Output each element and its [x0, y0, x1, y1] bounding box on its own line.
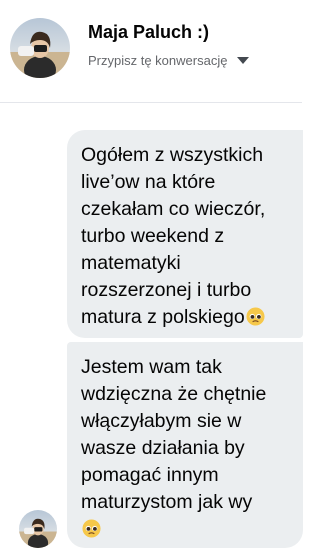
message-line: Jestem wam tak — [81, 356, 222, 378]
message-line-last: matura z polskiego — [81, 304, 289, 331]
contact-avatar[interactable] — [10, 18, 70, 78]
avatar-photo-icon — [10, 18, 70, 78]
messenger-conversation: Maja Paluch :) Przypisz tę konwersację O… — [0, 0, 303, 550]
message-line: Ogółem z wszystkich — [81, 144, 264, 166]
message-line: pomagać innym — [81, 464, 219, 486]
message-line: włączyłabym sie w — [81, 410, 242, 432]
contact-name[interactable]: Maja Paluch :) — [88, 22, 209, 43]
assign-conversation-button[interactable]: Przypisz tę konwersację — [88, 50, 250, 70]
message-line: maturzystom jak wy — [81, 491, 253, 513]
message-line-emoji — [81, 516, 289, 543]
sender-avatar[interactable] — [19, 510, 57, 548]
message-bubble[interactable]: Jestem wam tak wdzięczna że chętnie włąc… — [67, 342, 303, 548]
message-line: turbo weekend z — [81, 225, 225, 247]
pleading-face-icon — [82, 519, 101, 538]
pleading-face-icon — [246, 307, 265, 326]
assign-conversation-label: Przypisz tę konwersację — [88, 52, 228, 68]
message-line: wasze działania by — [81, 437, 245, 459]
conversation-header: Maja Paluch :) Przypisz tę konwersację — [0, 0, 302, 103]
caret-down-icon — [237, 56, 250, 64]
message-line: rozszerzonej i turbo — [81, 279, 252, 301]
message-bubble[interactable]: Ogółem z wszystkich live’ow na które cze… — [67, 130, 303, 338]
message-line: live’ow na które — [81, 171, 216, 193]
message-line: matematyki — [81, 252, 181, 274]
avatar-photo-icon — [19, 510, 57, 548]
message-line: wdzięczna że chętnie — [81, 383, 267, 405]
message-line: czekałam co wieczór, — [81, 198, 266, 220]
